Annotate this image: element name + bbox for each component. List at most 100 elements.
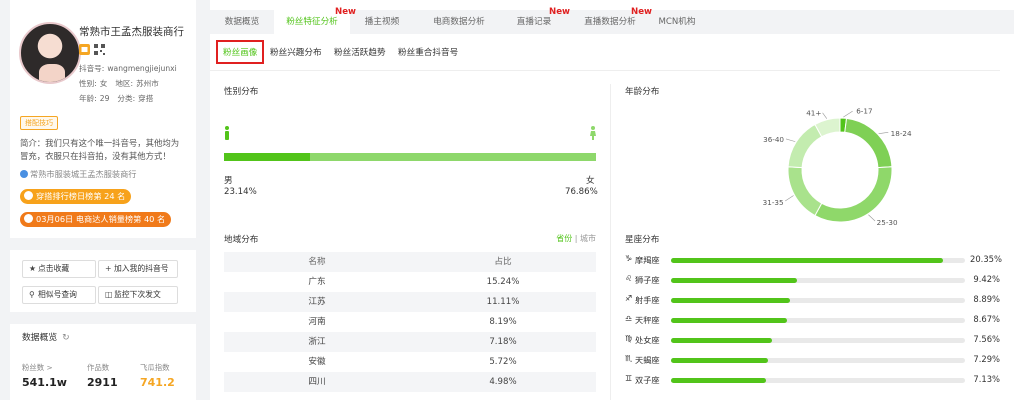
age-slice-36-40[interactable] bbox=[787, 123, 823, 169]
category-value: 穿搭 bbox=[138, 94, 154, 103]
age-slice-18-24[interactable] bbox=[844, 117, 893, 169]
male-label: 男 bbox=[224, 176, 233, 186]
rank-unit: 名 bbox=[117, 191, 126, 201]
table-row: 浙江 7.18% bbox=[224, 332, 596, 352]
similar-search-button[interactable]: ⚲ 相似号查询 bbox=[22, 286, 96, 304]
zodiac-bar bbox=[671, 378, 767, 383]
account-id-line: 抖音号: wangmengjiejunxi bbox=[79, 63, 180, 74]
tab-mcn[interactable]: MCN机构 bbox=[650, 10, 704, 34]
shop-name-text: 常熟市服装城王孟杰服装商行 bbox=[30, 169, 137, 179]
region-name: 四川 bbox=[308, 377, 326, 387]
bio-line: 简介：我们只有这个唯一抖音号，其他均为 bbox=[20, 138, 180, 148]
age-value: 29 bbox=[99, 94, 110, 103]
main-panel: 数据概览 粉丝特征分析 New 播主视频 电商数据分析 直播记录 New 直播数据分… bbox=[210, 0, 1014, 400]
toggle-province[interactable]: 省份 bbox=[556, 234, 572, 243]
similar-search-label: 相似号查询 bbox=[38, 290, 77, 299]
zodiac-icon: ♐ bbox=[625, 294, 633, 303]
zodiac-pct: 7.13% bbox=[973, 374, 1000, 384]
tab-overview[interactable]: 数据概览 bbox=[210, 10, 274, 34]
age-title: 年龄分布 bbox=[625, 87, 660, 97]
tab-live-records[interactable]: 直播记录 New bbox=[504, 7, 570, 34]
age-label: 36-40 bbox=[763, 135, 784, 144]
region-pct: 5.72% bbox=[489, 357, 517, 367]
table-row: 四川 4.98% bbox=[224, 372, 596, 392]
toggle-city[interactable]: 城市 bbox=[580, 234, 596, 243]
tab-live-analysis[interactable]: 直播数据分析 New bbox=[574, 7, 652, 34]
tab-bar: 数据概览 粉丝特征分析 New 播主视频 电商数据分析 直播记录 New 直播数据分… bbox=[210, 7, 1014, 34]
rank-badge-outfit[interactable]: 穿搭排行榜日榜第 24 名 bbox=[20, 189, 132, 204]
fans-label: 粉丝数 > bbox=[22, 363, 53, 372]
stat-fans[interactable]: 粉丝数 > 541.1w bbox=[22, 362, 67, 389]
new-badge: New bbox=[549, 7, 570, 17]
zodiac-bar-track bbox=[671, 378, 965, 383]
region-name: 江苏 bbox=[308, 297, 326, 307]
add-account-label: 加入我的抖音号 bbox=[114, 264, 169, 273]
col-pct: 占比 bbox=[494, 257, 512, 267]
rank-unit: 名 bbox=[156, 214, 166, 224]
zodiac-icon: ♍ bbox=[625, 334, 633, 343]
tab-ecommerce[interactable]: 电商数据分析 bbox=[420, 10, 498, 34]
subtab-activity[interactable]: 粉丝活跃趋势 bbox=[334, 46, 386, 58]
qrcode-icon[interactable] bbox=[94, 44, 105, 55]
region-title: 地域分布 bbox=[224, 235, 259, 245]
new-badge: New bbox=[631, 7, 652, 17]
shop-name[interactable]: 常熟市服装城王孟杰服装商行 bbox=[20, 168, 136, 180]
monitor-button[interactable]: ◫ 监控下次发文 bbox=[98, 286, 178, 304]
tab-label: 播主视频 bbox=[364, 17, 400, 27]
male-pct: 23.14% bbox=[224, 187, 257, 197]
account-id: wangmengjiejunxi bbox=[107, 64, 177, 73]
age-label: 41+ bbox=[806, 108, 821, 117]
zodiac-bar bbox=[671, 358, 769, 363]
table-row: 河南 8.19% bbox=[224, 312, 596, 332]
divider bbox=[210, 70, 1000, 71]
trophy-icon bbox=[24, 214, 33, 223]
tab-videos[interactable]: 播主视频 bbox=[350, 10, 414, 34]
age-label: 25-30 bbox=[877, 218, 898, 227]
female-icon bbox=[590, 126, 596, 140]
age-label: 31-35 bbox=[763, 198, 784, 207]
age-donut-chart: 6-17 18-24 25-30 31-35 36-40 41+ bbox=[740, 100, 940, 236]
gender-bar-male bbox=[224, 153, 311, 161]
region-label: 地区: bbox=[115, 79, 134, 88]
overview-title: 数据概览 ↻ bbox=[22, 330, 70, 343]
region-name: 安徽 bbox=[308, 357, 326, 367]
subtab-interest[interactable]: 粉丝兴趣分布 bbox=[270, 46, 322, 58]
table-row: 广东 15.24% bbox=[224, 272, 596, 292]
zodiac-bar bbox=[671, 318, 787, 323]
zodiac-name: 天蝎座 bbox=[635, 355, 660, 365]
toggle-separator: | bbox=[574, 234, 578, 243]
rank-badge-ecommerce[interactable]: 03月06日 电商达人销量榜第 40 名 bbox=[20, 212, 172, 227]
profile-panel: 常熟市王孟杰服装商行 抖音号: wangmengjiejunxi 性别: 女地区: 苏… bbox=[10, 0, 196, 400]
zodiac-row: ♐ 射手座 8.89% bbox=[625, 292, 1000, 308]
monitor-icon: ◫ bbox=[105, 290, 113, 299]
zodiac-title: 星座分布 bbox=[625, 235, 660, 245]
table-row: 江苏 11.11% bbox=[224, 292, 596, 312]
zodiac-icon: ♎ bbox=[625, 314, 633, 323]
age-slice-31-35[interactable] bbox=[787, 166, 823, 217]
col-name: 名称 bbox=[308, 257, 326, 267]
zodiac-pct: 8.89% bbox=[973, 294, 1000, 304]
zodiac-bar bbox=[671, 258, 943, 263]
add-account-button[interactable]: + 加入我的抖音号 bbox=[98, 260, 178, 278]
refresh-icon[interactable]: ↻ bbox=[62, 333, 69, 343]
female-pct: 76.86% bbox=[565, 187, 598, 197]
zodiac-icon: ♑ bbox=[625, 254, 633, 263]
tab-label: MCN机构 bbox=[658, 17, 696, 27]
collect-label: 点击收藏 bbox=[38, 264, 70, 273]
age-slice-25-30[interactable] bbox=[814, 166, 893, 223]
zodiac-name: 狮子座 bbox=[635, 275, 660, 285]
subtab-fans-portrait[interactable]: 粉丝画像 bbox=[216, 40, 265, 64]
collect-button[interactable]: ★ 点击收藏 bbox=[22, 260, 96, 278]
gender-title: 性别分布 bbox=[224, 87, 259, 97]
age-label-line bbox=[843, 110, 853, 118]
stat-works: 作品数 2911 bbox=[87, 362, 118, 389]
shop-icon[interactable] bbox=[79, 44, 90, 55]
avatar[interactable] bbox=[19, 22, 81, 84]
zodiac-icon: ♏ bbox=[625, 354, 633, 363]
age-label: 年龄: bbox=[79, 94, 97, 103]
subtab-overlap[interactable]: 粉丝重合抖音号 bbox=[398, 46, 458, 58]
zodiac-bar-track bbox=[671, 298, 965, 303]
bio-line: 冒充，衣服只在抖音拍，没有其他方式！ bbox=[20, 151, 171, 161]
tab-fans-analysis[interactable]: 粉丝特征分析 New bbox=[274, 7, 356, 34]
region-value: 苏州市 bbox=[136, 79, 159, 88]
